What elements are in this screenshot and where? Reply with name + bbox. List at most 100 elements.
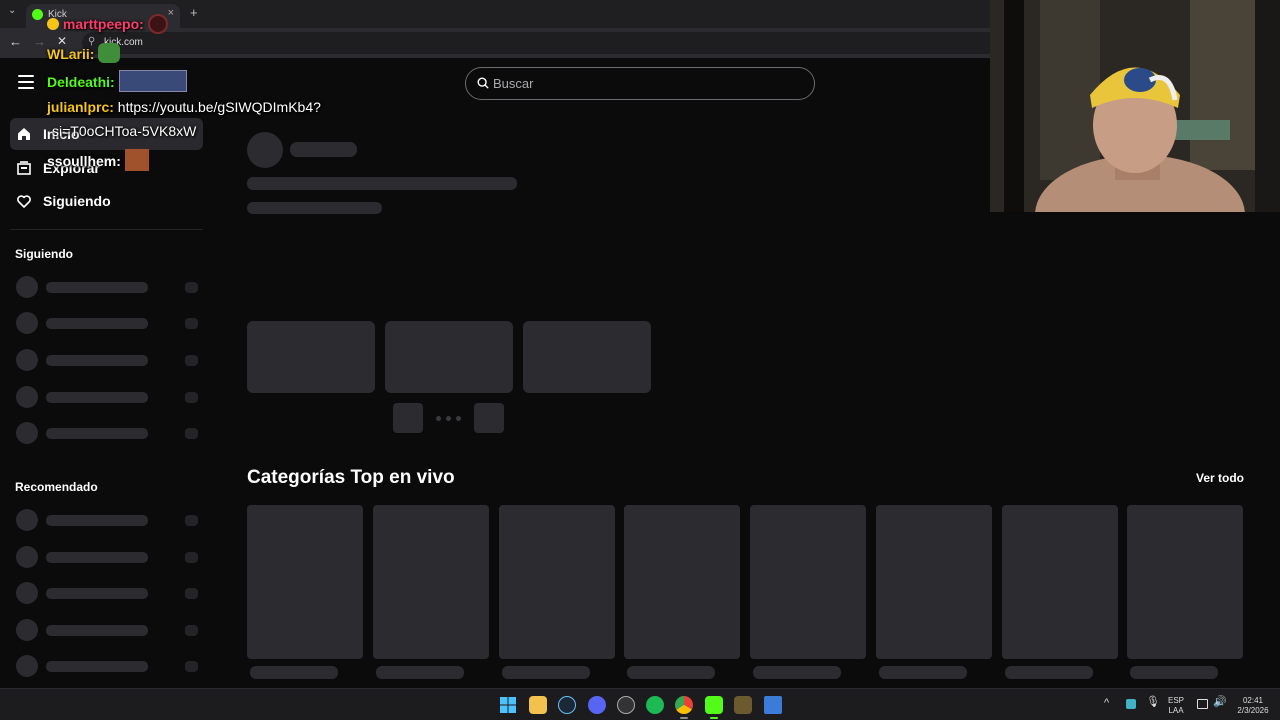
- skeleton-dot: [185, 552, 198, 563]
- back-arrow-icon[interactable]: ←: [9, 34, 22, 49]
- skeleton-dot: [185, 355, 198, 366]
- app-active-indicator: [710, 717, 718, 719]
- webcam-image: [990, 0, 1280, 212]
- discord-icon[interactable]: [588, 696, 606, 714]
- skeleton-bar: [46, 392, 148, 403]
- clock-date: 2/3/2026: [1237, 706, 1269, 715]
- microphone-icon[interactable]: 🎙: [1146, 697, 1160, 708]
- search-box[interactable]: [465, 67, 815, 100]
- featured-name-skeleton: [290, 142, 357, 157]
- skeleton-avatar: [16, 422, 38, 444]
- skeleton-bar: [46, 318, 148, 329]
- tray-chevron-icon[interactable]: ^: [1104, 698, 1109, 709]
- clock[interactable]: 02:41 2/3/2026: [1233, 696, 1273, 716]
- new-tab-button[interactable]: +: [190, 5, 198, 20]
- category-label-skeleton: [376, 666, 464, 679]
- sidebar-divider: [10, 229, 203, 230]
- chat-emote-icon: [124, 149, 149, 171]
- notepad-icon[interactable]: [764, 696, 782, 714]
- category-label-skeleton: [627, 666, 715, 679]
- skeleton-bar: [46, 428, 148, 439]
- recommended-heading: Recomendado: [15, 480, 98, 494]
- category-card-skeleton[interactable]: [499, 505, 615, 659]
- carousel-card-skeleton[interactable]: [523, 321, 651, 393]
- network-icon[interactable]: [1197, 699, 1208, 709]
- skeleton-bar: [46, 588, 148, 599]
- chat-line: julianlprc: https://youtu.be/gSIWQDImKb4…: [47, 99, 321, 115]
- chrome-icon[interactable]: [675, 696, 693, 714]
- carousel-dot[interactable]: [436, 416, 441, 421]
- skeleton-bar: [46, 661, 148, 672]
- skeleton-dot: [185, 318, 198, 329]
- windows-start-icon[interactable]: [499, 696, 517, 714]
- kick-favicon-icon: [32, 9, 43, 20]
- skeleton-dot: [185, 282, 198, 293]
- category-label-skeleton: [1005, 666, 1093, 679]
- chat-line: WLarii:: [47, 43, 121, 63]
- carousel-dot[interactable]: [446, 416, 451, 421]
- skeleton-avatar: [16, 582, 38, 604]
- kick-app-icon[interactable]: [705, 696, 723, 714]
- app-running-indicator: [680, 717, 688, 719]
- category-card-skeleton[interactable]: [876, 505, 992, 659]
- file-explorer-icon[interactable]: [529, 696, 547, 714]
- skeleton-avatar: [16, 509, 38, 531]
- volume-icon[interactable]: 🔊: [1213, 697, 1227, 708]
- windows-taskbar: ^ 🎙 ESP LAA 🔊 02:41 2/3/2026: [0, 688, 1280, 720]
- app-icon[interactable]: [734, 696, 752, 714]
- carousel-card-skeleton[interactable]: [385, 321, 513, 393]
- category-label-skeleton: [1130, 666, 1218, 679]
- forward-arrow-icon[interactable]: →: [33, 34, 46, 49]
- skeleton-avatar: [16, 655, 38, 677]
- carousel-dot[interactable]: [456, 416, 461, 421]
- search-input[interactable]: [493, 68, 793, 99]
- category-card-skeleton[interactable]: [373, 505, 489, 659]
- close-tab-icon[interactable]: ×: [168, 7, 174, 19]
- app-icon[interactable]: [617, 696, 635, 714]
- following-heading: Siguiendo: [15, 247, 73, 261]
- featured-avatar-skeleton: [247, 132, 283, 168]
- category-card-skeleton[interactable]: [1127, 505, 1243, 659]
- category-card-skeleton[interactable]: [750, 505, 866, 659]
- skeleton-avatar: [16, 312, 38, 334]
- see-all-link[interactable]: Ver todo: [1196, 471, 1244, 485]
- chat-line: Deldeathi:: [47, 70, 187, 92]
- featured-meta-skeleton: [247, 202, 382, 214]
- chat-username: WLarii:: [47, 46, 95, 62]
- chat-username: julianlprc:: [47, 99, 114, 115]
- featured-title-skeleton: [247, 177, 517, 190]
- language-indicator[interactable]: ESP LAA: [1168, 696, 1184, 716]
- skeleton-dot: [185, 625, 198, 636]
- skeleton-dot: [185, 392, 198, 403]
- chat-message: si=T0oCHToa-5VK8xW: [52, 123, 197, 139]
- chat-username: Deldeathi:: [47, 74, 115, 90]
- chat-emote-icon: [47, 18, 59, 30]
- skeleton-bar: [46, 515, 148, 526]
- skeleton-dot: [185, 428, 198, 439]
- category-card-skeleton[interactable]: [624, 505, 740, 659]
- categories-section-title: Categorías Top en vivo: [247, 467, 455, 488]
- skeleton-avatar: [16, 546, 38, 568]
- menu-icon[interactable]: [18, 75, 34, 89]
- skeleton-bar: [46, 282, 148, 293]
- skeleton-dot: [185, 515, 198, 526]
- spotify-icon[interactable]: [646, 696, 664, 714]
- skeleton-avatar: [16, 276, 38, 298]
- skeleton-dot: [185, 661, 198, 672]
- carousel-next-button[interactable]: [474, 403, 504, 433]
- sidebar-item-siguiendo[interactable]: Siguiendo: [10, 185, 203, 217]
- chat-emote-icon: [118, 70, 187, 92]
- tab-list-chevron-icon[interactable]: ⌄: [8, 5, 16, 16]
- carousel-card-skeleton[interactable]: [247, 321, 375, 393]
- security-tray-icon[interactable]: [1126, 699, 1136, 709]
- chat-line: si=T0oCHToa-5VK8xW: [52, 123, 196, 139]
- category-card-skeleton[interactable]: [247, 505, 363, 659]
- skeleton-dot: [185, 588, 198, 599]
- sidebar-item-label: Siguiendo: [43, 193, 111, 209]
- address-bar[interactable]: ⚲ kick.com: [82, 32, 990, 54]
- chat-username: marttpeepo:: [62, 16, 144, 32]
- category-card-skeleton[interactable]: [1002, 505, 1118, 659]
- steam-icon[interactable]: [558, 696, 576, 714]
- carousel-prev-button[interactable]: [393, 403, 423, 433]
- browse-icon: [17, 161, 31, 175]
